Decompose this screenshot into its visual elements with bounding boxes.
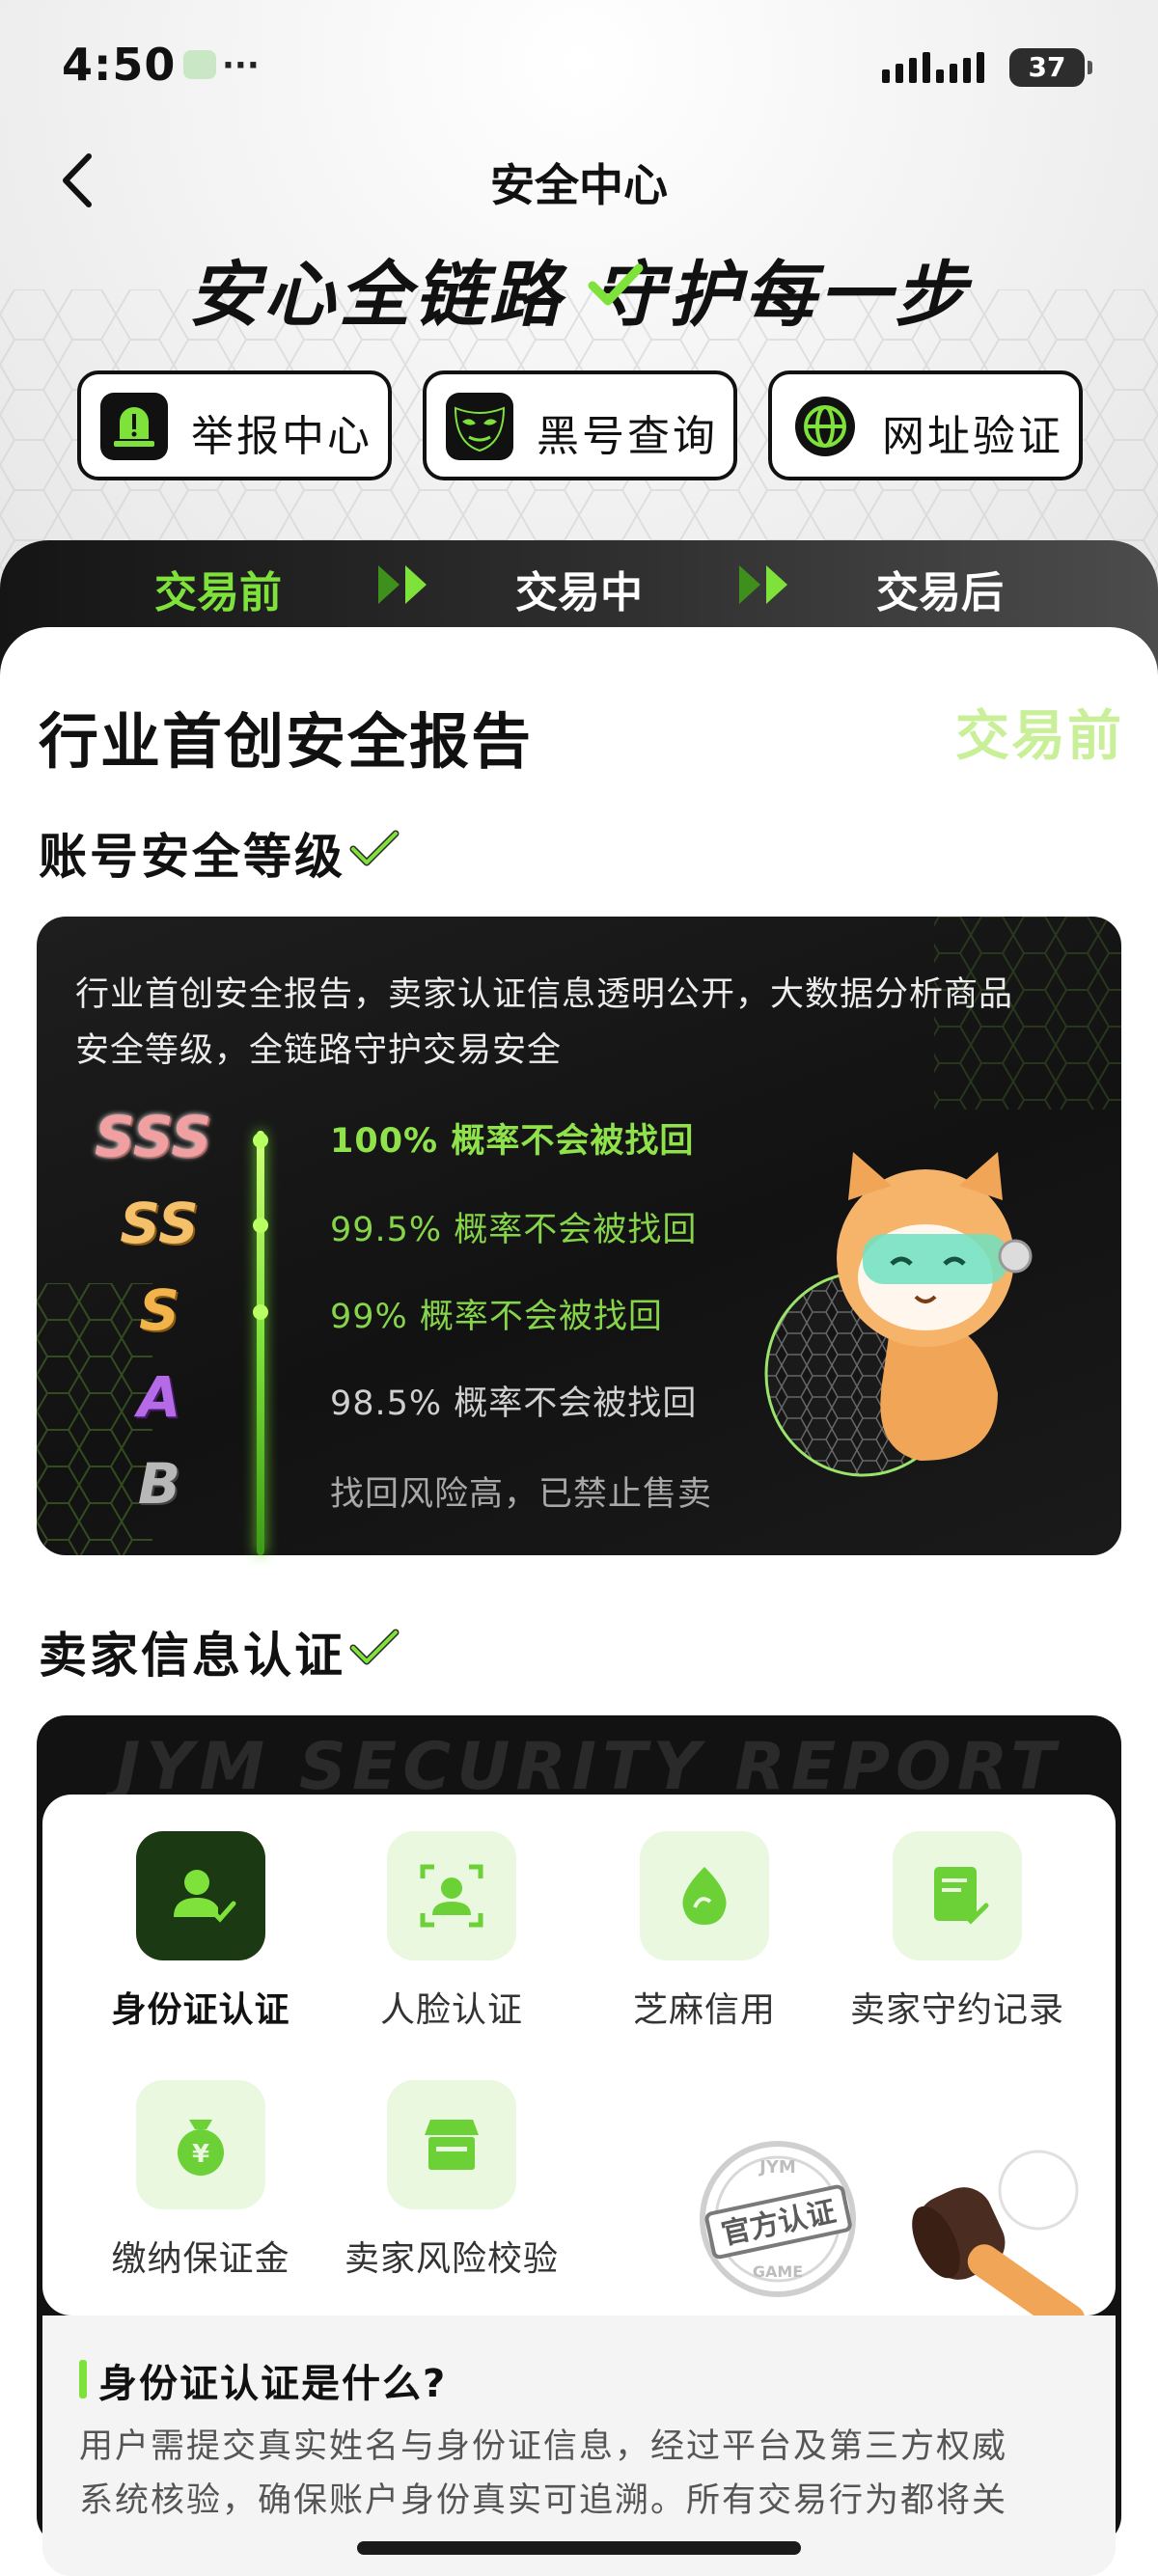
hero-slogan: 安心全链路 守护每一步	[188, 254, 970, 337]
svg-text:¥: ¥	[192, 2140, 209, 2169]
feature-deposit[interactable]: ¥ 缴纳保证金	[85, 2080, 317, 2281]
level-timeline	[257, 1131, 264, 1555]
check-icon	[349, 830, 400, 866]
grade-b-badge: B	[137, 1451, 181, 1517]
explainer-title: 身份证认证是什么?	[98, 2362, 448, 2406]
grade-s-badge: S	[139, 1277, 179, 1343]
check-icon	[349, 1629, 400, 1665]
status-time: 4:50	[62, 39, 177, 91]
level-b-text: 找回风险高，已禁止售卖	[330, 1475, 713, 1514]
stage-watermark: 交易前	[955, 705, 1123, 768]
double-chevron-right-icon	[739, 565, 787, 604]
feature-id-verification[interactable]: 身份证认证	[85, 1831, 317, 2032]
report-title: 行业首创安全报告	[39, 706, 534, 777]
seal-bottom-text: GAME	[753, 2262, 803, 2281]
timeline-dot	[253, 1304, 268, 1320]
explainer-line: 用户需提交真实姓名与身份证信息，经过平台及第三方权威	[79, 2427, 1008, 2466]
home-indicator[interactable]	[357, 2541, 801, 2555]
feature-seller-risk-check[interactable]: 卖家风险校验	[336, 2080, 567, 2281]
message-notification-icon	[183, 50, 216, 79]
tab-before-trade[interactable]: 交易前	[112, 558, 324, 619]
id-user-check-icon	[136, 1831, 265, 1960]
globe-icon	[795, 397, 855, 456]
account-level-title: 账号安全等级	[39, 829, 345, 885]
official-certification-seal: JYM 官方认证 GAME	[700, 2141, 1086, 2316]
alarm-siren-icon	[100, 393, 168, 460]
feature-label: 芝麻信用	[632, 1990, 776, 2030]
feature-label: 身份证认证	[111, 1990, 290, 2030]
grade-ss-badge: SS	[120, 1191, 199, 1256]
feature-label: 卖家守约记录	[849, 1990, 1064, 2030]
tab-during-trade[interactable]: 交易中	[473, 558, 685, 619]
mask-icon	[446, 393, 513, 460]
sesame-credit-icon	[640, 1831, 769, 1960]
tab-after-trade[interactable]: 交易后	[834, 558, 1046, 619]
check-icon	[588, 263, 644, 306]
seller-info-title: 卖家信息认证	[39, 1628, 345, 1684]
feature-label: 人脸认证	[379, 1990, 523, 2030]
feature-label: 缴纳保证金	[111, 2239, 290, 2279]
seal-top-text: JYM	[758, 2157, 796, 2178]
feature-seller-contract-record[interactable]: 卖家守约记录	[841, 1831, 1073, 2032]
cat-mascot-illustration	[764, 1152, 1033, 1477]
account-level-description: 行业首创安全报告，卖家认证信息透明公开，大数据分析商品	[75, 975, 1014, 1014]
level-s-text: 99% 概率不会被找回	[330, 1298, 663, 1336]
storefront-icon	[387, 2080, 516, 2209]
explainer-line: 系统核验，确保账户身份真实可追溯。所有交易行为都将关	[79, 2481, 1008, 2520]
blacklist-lookup-label: 黑号查询	[537, 412, 718, 461]
account-level-description: 安全等级，全链路守护交易安全	[75, 1031, 563, 1070]
signal-icon	[882, 52, 994, 83]
face-scan-icon	[387, 1831, 516, 1960]
battery-icon: 37	[1009, 48, 1092, 87]
feature-label: 卖家风险校验	[344, 2239, 559, 2279]
status-bar: 4:50 ··· 37	[0, 0, 1158, 135]
blacklist-lookup-button[interactable]: 黑号查询	[423, 370, 737, 480]
timeline-dot	[253, 1133, 268, 1148]
url-verify-label: 网址验证	[882, 412, 1063, 461]
section-accent-bar	[79, 2360, 87, 2398]
url-verify-button[interactable]: 网址验证	[768, 370, 1083, 480]
timeline-dot	[253, 1218, 268, 1233]
double-chevron-right-icon	[378, 565, 427, 604]
grade-sss-badge: SSS	[95, 1104, 212, 1169]
document-check-icon	[893, 1831, 1022, 1960]
gavel-icon	[912, 2150, 1086, 2316]
status-more-dots: ···	[222, 46, 260, 85]
feature-face-verification[interactable]: 人脸认证	[336, 1831, 567, 2032]
level-sss-text: 100% 概率不会被找回	[330, 1122, 695, 1161]
explainer-body: 用户需提交真实姓名与身份证信息，经过平台及第三方权威 系统核验，确保账户身份真实…	[79, 2420, 1083, 2528]
money-bag-icon: ¥	[136, 2080, 265, 2209]
level-ss-text: 99.5% 概率不会被找回	[330, 1211, 698, 1249]
grade-a-badge: A	[137, 1364, 181, 1430]
report-center-label: 举报中心	[191, 412, 372, 461]
report-center-button[interactable]: 举报中心	[77, 370, 392, 480]
level-a-text: 98.5% 概率不会被找回	[330, 1384, 698, 1423]
feature-sesame-credit[interactable]: 芝麻信用	[589, 1831, 820, 2032]
page-title: 安全中心	[490, 159, 668, 211]
